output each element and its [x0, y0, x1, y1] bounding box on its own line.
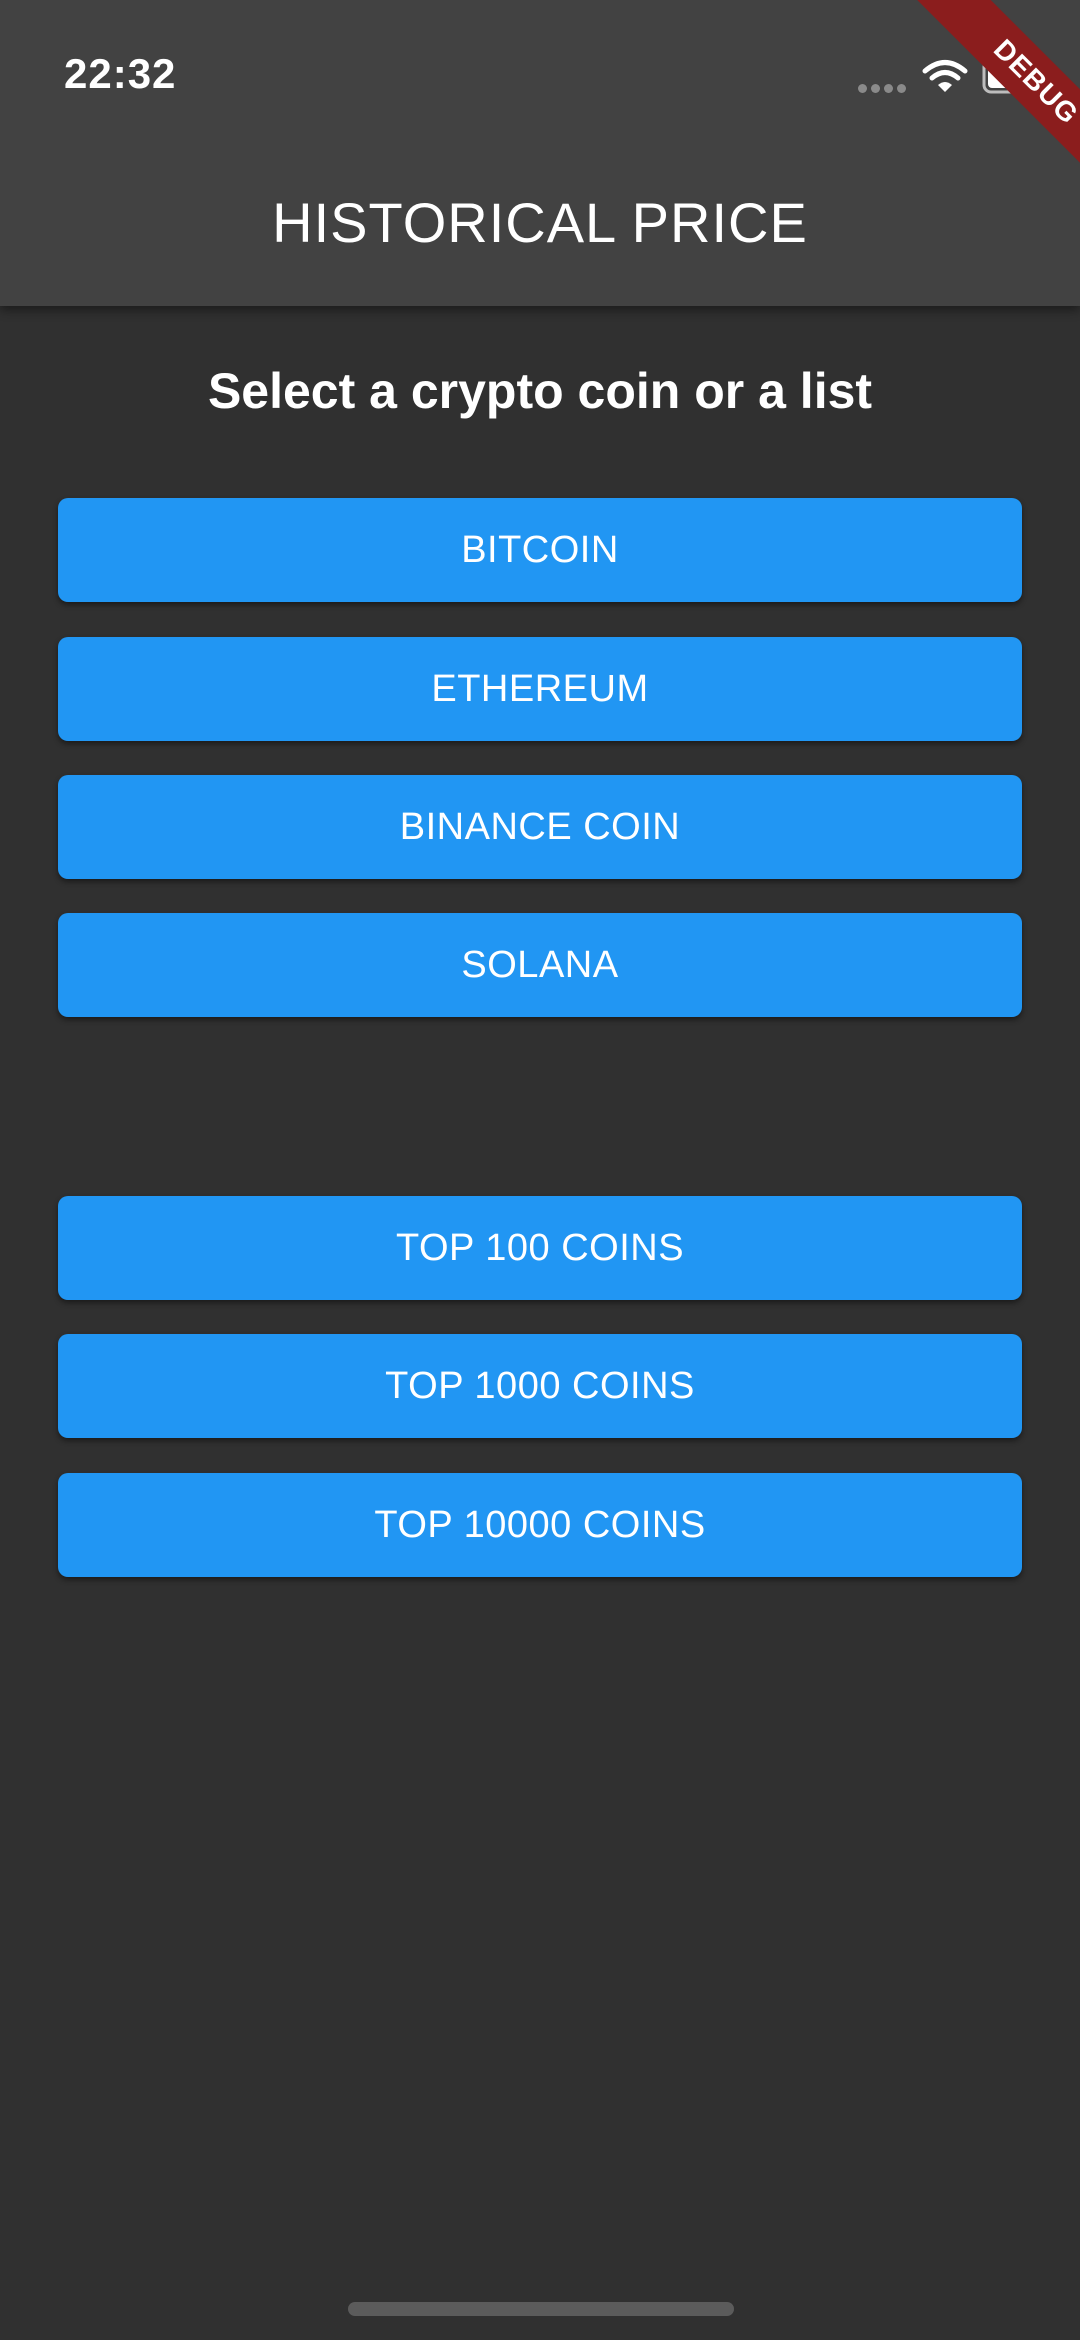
- page-prompt: Select a crypto coin or a list: [207, 363, 873, 419]
- ethereum-button[interactable]: ETHEREUM: [58, 637, 1022, 741]
- top-100-coins-button[interactable]: TOP 100 COINS: [58, 1196, 1022, 1300]
- top-10000-coins-button[interactable]: TOP 10000 COINS: [58, 1473, 1022, 1577]
- debug-banner: DEBUG: [860, 0, 1080, 220]
- top-1000-coins-button[interactable]: TOP 1000 COINS: [58, 1334, 1022, 1438]
- home-indicator[interactable]: [348, 2302, 734, 2316]
- solana-button[interactable]: SOLANA: [58, 913, 1022, 1017]
- status-time: 22:32: [64, 50, 177, 97]
- binance-coin-button[interactable]: BINANCE COIN: [58, 775, 1022, 879]
- bitcoin-button[interactable]: BITCOIN: [58, 498, 1022, 602]
- debug-banner-label: DEBUG: [911, 0, 1080, 207]
